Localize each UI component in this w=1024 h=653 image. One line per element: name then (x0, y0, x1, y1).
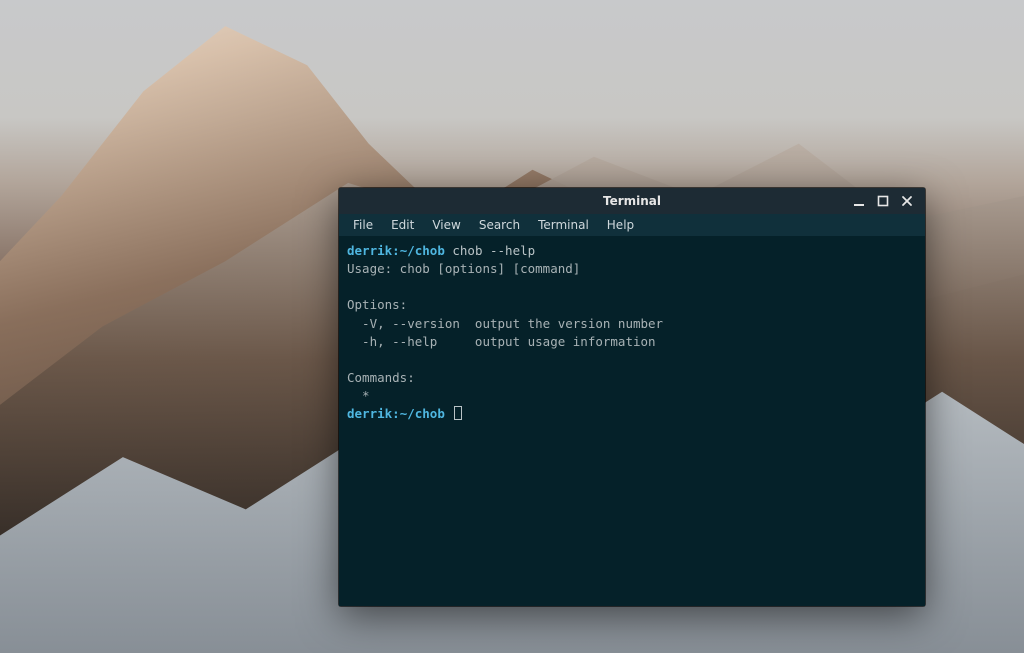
terminal-body[interactable]: derrik:~/chob chob --help Usage: chob [o… (339, 236, 925, 606)
minimize-icon (853, 195, 865, 207)
close-button[interactable] (899, 193, 915, 209)
prompt-command (445, 406, 453, 421)
window-title: Terminal (339, 194, 925, 208)
menu-edit[interactable]: Edit (383, 216, 422, 234)
terminal-window[interactable]: Terminal File Edit View Search Terminal … (339, 188, 925, 606)
menu-help[interactable]: Help (599, 216, 642, 234)
minimize-button[interactable] (851, 193, 867, 209)
terminal-cursor (454, 406, 462, 420)
terminal-output-line: -V, --version output the version number (347, 316, 663, 331)
desktop-wallpaper: Terminal File Edit View Search Terminal … (0, 0, 1024, 653)
menu-file[interactable]: File (345, 216, 381, 234)
prompt-user: derrik: (347, 243, 400, 258)
menu-terminal[interactable]: Terminal (530, 216, 597, 234)
prompt-user: derrik: (347, 406, 400, 421)
terminal-output-line: Options: (347, 297, 407, 312)
menubar: File Edit View Search Terminal Help (339, 214, 925, 236)
close-icon (901, 195, 913, 207)
window-titlebar[interactable]: Terminal (339, 188, 925, 214)
maximize-button[interactable] (875, 193, 891, 209)
menu-search[interactable]: Search (471, 216, 528, 234)
terminal-output-line: Usage: chob [options] [command] (347, 261, 580, 276)
maximize-icon (877, 195, 889, 207)
prompt-command: chob --help (445, 243, 535, 258)
terminal-output-line: * (347, 388, 370, 403)
menu-view[interactable]: View (424, 216, 468, 234)
window-controls (851, 188, 921, 214)
terminal-output-line: Commands: (347, 370, 415, 385)
prompt-path: ~/chob (400, 406, 445, 421)
prompt-path: ~/chob (400, 243, 445, 258)
terminal-output-line: -h, --help output usage information (347, 334, 656, 349)
